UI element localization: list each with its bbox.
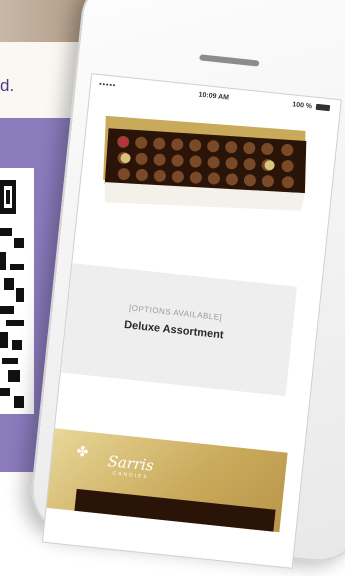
product-card[interactable]: [OPTIONS AVAILABLE] Deluxe Assortment [50,262,298,397]
phone-speaker [199,54,260,67]
product-image[interactable] [91,109,313,223]
crest-icon: ✤ [75,442,90,460]
battery-percent: 100 % [291,101,313,111]
qr-code-graphic [0,180,24,408]
chocolate-box-image [103,115,307,211]
phone-screen: ••••• 10:09 AM 100 % [OPTIONS AVAILABLE]… [41,73,342,569]
brand-box-image[interactable]: ✤ Sarris CANDIES [44,428,288,533]
chocolate-row-image [74,488,276,532]
battery-indicator: 100 % [291,101,331,112]
tagline-text: d. [0,76,15,95]
phone-mockup: ••••• 10:09 AM 100 % [OPTIONS AVAILABLE]… [27,0,345,569]
signal-icon: ••••• [98,81,117,90]
battery-icon [315,103,331,112]
qr-code[interactable] [0,168,34,414]
status-time: 10:09 AM [198,91,230,102]
